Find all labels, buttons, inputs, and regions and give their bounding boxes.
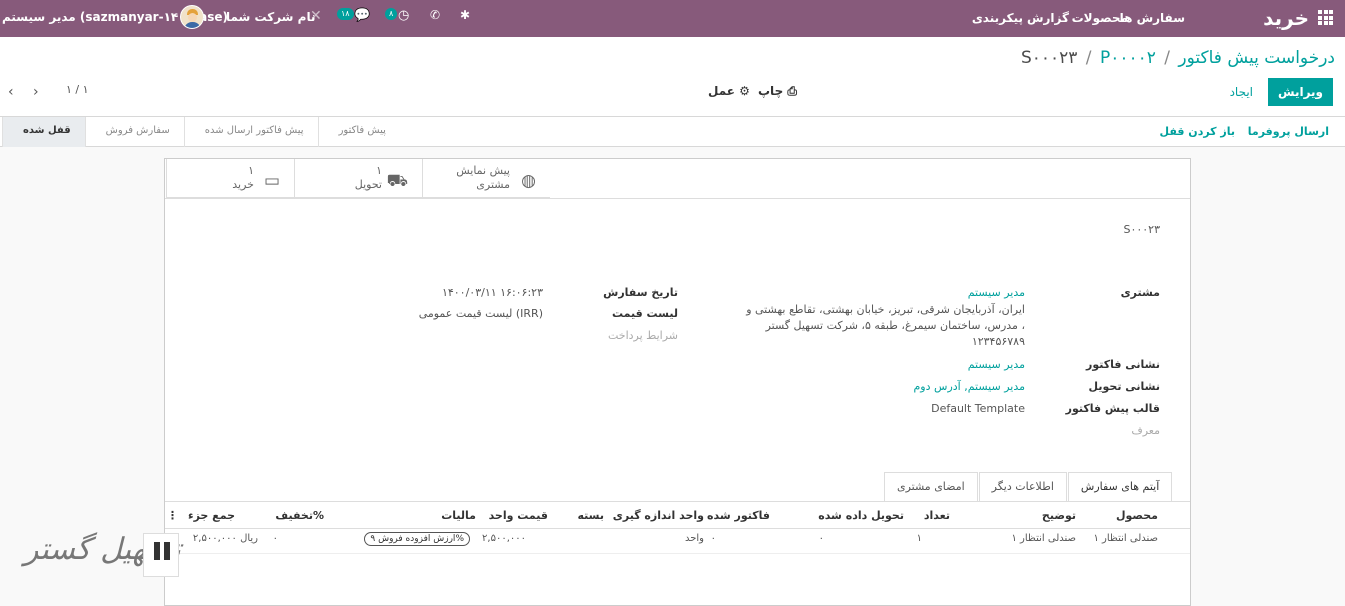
stage-quotation-sent[interactable]: پیش فاکتور ارسال شده (183, 117, 318, 147)
smart-button-delivery[interactable]: ⛟ ۱ تحویل (294, 159, 422, 198)
col-invoiced[interactable]: فاکتور شده (707, 509, 770, 522)
printer-icon: ⎙ (787, 84, 798, 98)
line-unit-price[interactable]: ۲,۵۰۰,۰۰۰ (482, 533, 526, 544)
customer-address-line3: ۱۲۳۴۵۶۷۸۹ (971, 335, 1025, 348)
form-sheet: ◍ پیش نمایش مشتری ⛟ ۱ تحویل ▭ ۱ خرید S۰۰… (164, 158, 1191, 606)
order-date-label: تاریخ سفارش (603, 286, 678, 299)
line-invoiced[interactable]: ۰ (711, 533, 716, 544)
send-proforma-button[interactable]: ارسال پروفرما (1248, 125, 1329, 138)
watermark-mark (143, 533, 179, 577)
document-title: S۰۰۰۲۳ (1123, 223, 1160, 236)
phone-icon[interactable]: ✆ (430, 8, 440, 22)
top-navbar: خرید سفارش ها محصولات گزارش پیکربندی مدی… (0, 0, 1345, 37)
breadcrumb-mid[interactable]: P۰۰۰۰۲ (1100, 48, 1156, 68)
pager-value[interactable]: ۱ / ۱ (66, 83, 89, 96)
tab-order-lines[interactable]: آیتم های سفارش (1067, 472, 1173, 502)
referrer-label: معرف (1131, 424, 1160, 437)
order-date-value[interactable]: ۱۴۰۰/۰۳/۱۱ ۱۶:۰۶:۲۳ (442, 286, 543, 299)
col-uom[interactable]: واحد اندازه گیری (613, 509, 704, 522)
line-uom[interactable]: واحد (685, 533, 704, 544)
line-product[interactable]: صندلی انتظار ۱ (1093, 533, 1158, 544)
delivery-address-link[interactable]: مدیر سیستم, آدرس دوم (914, 380, 1026, 393)
stage-pipeline: پیش فاکتور پیش فاکتور ارسال شده سفارش فر… (2, 117, 400, 147)
line-discount[interactable]: ۰ (273, 533, 278, 544)
smart-button-preview[interactable]: ◍ پیش نمایش مشتری (422, 159, 550, 198)
control-panel: S۰۰۰۲۳ / P۰۰۰۰۲ / درخواست پیش فاکتور ویر… (0, 37, 1345, 117)
pager-prev-icon[interactable]: ‹ (8, 84, 14, 100)
col-discount[interactable]: تخفیف% (275, 509, 324, 522)
column-options-icon[interactable]: ⋮ (167, 509, 178, 522)
create-button[interactable]: ایجاد (1230, 85, 1253, 99)
avatar[interactable] (180, 5, 204, 29)
invoice-address-link[interactable]: مدیر سیستم (968, 358, 1025, 371)
bug-icon[interactable]: ✱ (460, 8, 470, 22)
smart-button-purchase[interactable]: ▭ ۱ خرید (166, 159, 294, 198)
line-description[interactable]: صندلی انتظار ۱ (1011, 533, 1076, 544)
col-package[interactable]: بسته (578, 509, 605, 522)
pager-next-icon[interactable]: › (33, 84, 39, 100)
print-label: چاپ (758, 84, 784, 98)
customer-link[interactable]: مدیر سیستم (968, 286, 1025, 299)
tab-customer-signature[interactable]: امضای مشتری (884, 472, 978, 502)
invoice-address-label: نشانی فاکتور (1086, 358, 1160, 371)
chat-icon[interactable]: 💬 (354, 8, 370, 23)
delivery-address-label: نشانی تحویل (1088, 380, 1160, 393)
col-description[interactable]: توضیح (1042, 509, 1076, 522)
notebook-tabs: آیتم های سفارش اطلاعات دیگر امضای مشتری (883, 472, 1173, 502)
close-icon[interactable]: ✕ (310, 8, 322, 24)
status-bar: ارسال پروفرما باز کردن قفل پیش فاکتور پی… (0, 117, 1345, 147)
col-quantity[interactable]: تعداد (924, 509, 950, 522)
tab-other-info[interactable]: اطلاعات دیگر (978, 472, 1067, 502)
customer-address-line1: ایران، آذربایجان شرقی، تبریز، خیابان بهش… (746, 303, 1025, 316)
col-delivered[interactable]: تحویل داده شده (818, 509, 904, 522)
col-product[interactable]: محصول (1116, 509, 1158, 522)
menu-reports[interactable]: گزارش (1027, 11, 1069, 25)
apps-menu-icon[interactable] (1318, 10, 1333, 25)
breadcrumb: S۰۰۰۲۳ / P۰۰۰۰۲ / درخواست پیش فاکتور (1020, 48, 1335, 68)
breadcrumb-current: S۰۰۰۲۳ (1020, 48, 1078, 68)
col-taxes[interactable]: مالیات (441, 509, 476, 522)
company-switcher[interactable]: نام شرکت شما (226, 10, 315, 24)
stage-locked[interactable]: قفل شده (2, 117, 85, 147)
col-subtotal[interactable]: جمع جزء (188, 509, 235, 522)
line-delivered[interactable]: ۰ (819, 533, 824, 544)
line-quantity[interactable]: ۱ (917, 533, 922, 544)
edit-button[interactable]: ویرایش (1267, 78, 1333, 106)
quotation-template-value[interactable]: Default Template (931, 402, 1025, 415)
customer-address-line2: مدرس، ساختمان سیمرغ، طبقه ۵، شرکت تسهیل … (765, 319, 1025, 332)
chat-count-badge: ۱۸ (337, 8, 354, 20)
globe-icon: ◍ (521, 171, 536, 191)
payment-terms-label: شرایط پرداخت (607, 329, 678, 342)
pricelist-label: لیست قیمت (612, 307, 678, 320)
action-label: عمل (708, 84, 735, 98)
menu-configuration[interactable]: پیکربندی (972, 11, 1023, 25)
pricelist-value[interactable]: لیست قیمت عمومی (IRR) (419, 307, 543, 320)
print-button[interactable]: چاپ ⎙ (758, 84, 797, 99)
unlock-button[interactable]: باز کردن قفل (1160, 125, 1235, 138)
menu-orders[interactable]: سفارش ها (1120, 11, 1185, 25)
gear-icon: ⚙ (739, 84, 750, 98)
tax-tag[interactable]: ارزش افزوده فروش ۹% (364, 532, 470, 546)
clock-icon[interactable]: ◷ (398, 8, 409, 23)
col-unit-price[interactable]: قیمت واحد (489, 509, 548, 522)
line-subtotal: ۲,۵۰۰,۰۰۰ ریال (192, 533, 258, 544)
truck-icon: ⛟ (386, 171, 408, 191)
customer-label: مشتری (1120, 286, 1160, 299)
app-title[interactable]: خرید (1263, 6, 1309, 30)
menu-products[interactable]: محصولات (1072, 11, 1128, 25)
action-button[interactable]: عمل ⚙ (708, 84, 750, 98)
breadcrumb-parent[interactable]: درخواست پیش فاکتور (1178, 48, 1335, 68)
stage-sales-order[interactable]: سفارش فروش (84, 117, 184, 147)
activity-count-badge: ۸ (385, 8, 398, 20)
credit-card-icon: ▭ (263, 171, 280, 191)
quotation-template-label: قالب پیش فاکتور (1065, 402, 1160, 415)
stage-quotation[interactable]: پیش فاکتور (317, 117, 400, 147)
